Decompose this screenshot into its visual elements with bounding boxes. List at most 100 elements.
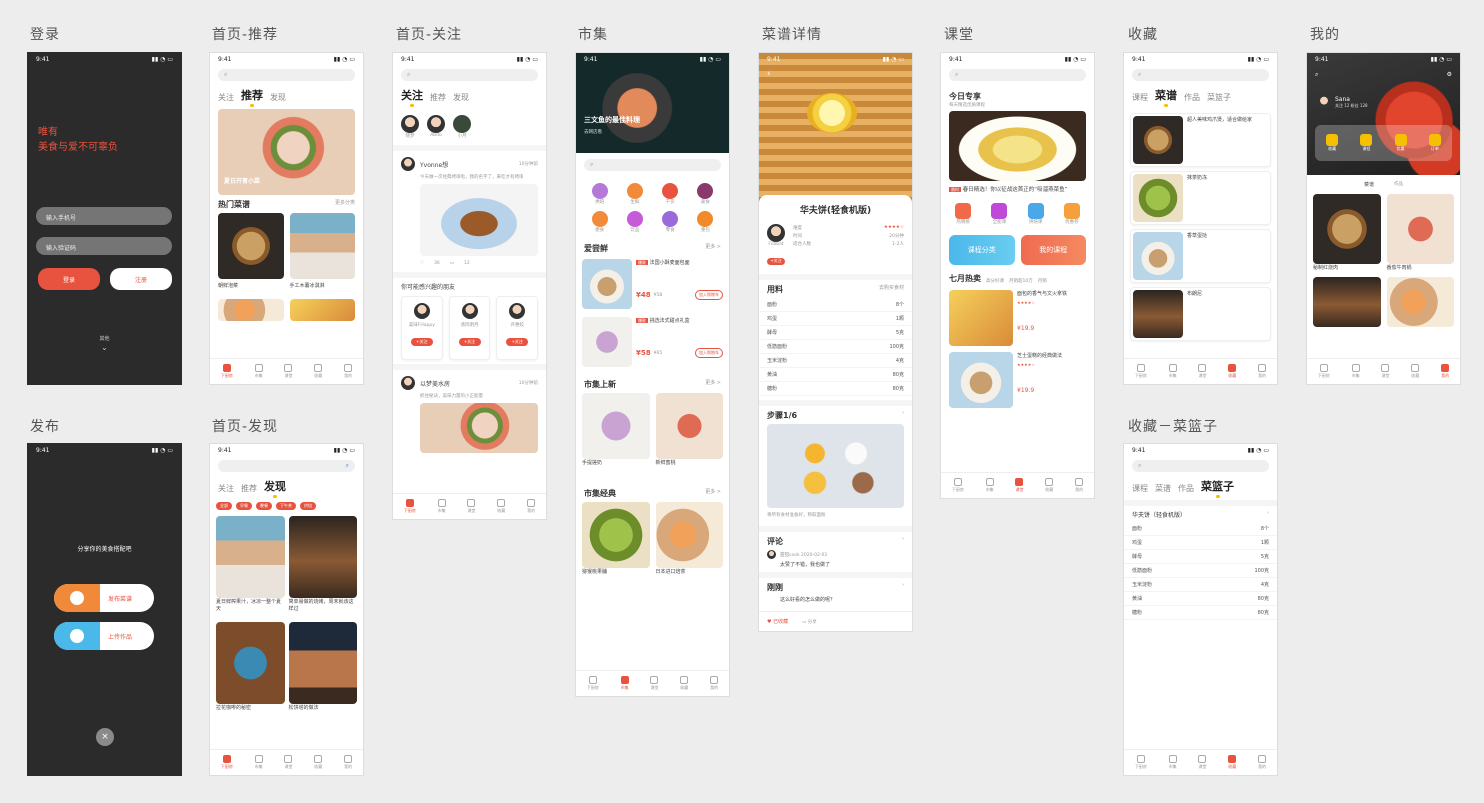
discover-card[interactable]: 夏日鲜榨果汁，冰凉一整个夏天 bbox=[216, 516, 285, 618]
follow-user[interactable]: 晓梦 bbox=[401, 115, 419, 139]
tabbar-market[interactable]: 市集 bbox=[254, 364, 263, 379]
tab-works[interactable]: 作品 bbox=[1394, 181, 1403, 188]
search-input[interactable]: ⌕ bbox=[401, 69, 538, 81]
filter-tag[interactable]: 全部 bbox=[216, 502, 232, 510]
banner-image[interactable]: 夏日开胃小菜 bbox=[218, 109, 355, 195]
settings-icon[interactable]: ⚙ bbox=[1447, 71, 1452, 78]
new-product[interactable]: 手提搓奶 bbox=[582, 393, 650, 466]
share-button[interactable]: ▭ 分享 bbox=[802, 619, 817, 625]
follow-user[interactable]: Abdo bbox=[427, 115, 445, 139]
category-item[interactable]: 烘焙 bbox=[582, 183, 617, 205]
follow-button[interactable]: +关注 bbox=[410, 338, 433, 346]
course-item[interactable]: 面包的香气与文火拿铁 ★★★★☆ ¥19.9 bbox=[941, 288, 1094, 348]
friend-card[interactable]: 美味FHappy +关注 bbox=[401, 296, 443, 360]
category-item[interactable]: 重包 bbox=[688, 211, 723, 233]
tab-recipes[interactable]: 菜谱 bbox=[1364, 181, 1374, 188]
tabbar-collect[interactable]: 收藏 bbox=[314, 364, 323, 379]
recipe-image[interactable] bbox=[289, 299, 355, 321]
tab-recommend[interactable]: 推荐 bbox=[430, 92, 446, 103]
upload-work-button[interactable]: 上传作品 bbox=[54, 622, 154, 650]
avatar[interactable] bbox=[401, 157, 415, 171]
recipe-card[interactable]: 朝鲜泡菜 bbox=[218, 213, 284, 289]
avatar[interactable] bbox=[767, 224, 785, 242]
follow-user[interactable]: 小月 bbox=[453, 115, 471, 139]
market-hero[interactable]: 9:41 ▮▮ ◔ ▭ 三文鱼的最佳料理 去网店看 bbox=[576, 53, 729, 153]
buy-link[interactable]: 去购买食材 bbox=[879, 284, 904, 295]
heart-icon[interactable]: ♡ bbox=[420, 261, 424, 266]
search-input[interactable]: ⌕ bbox=[1132, 69, 1269, 81]
my-course-button[interactable]: 我的课程 bbox=[1020, 235, 1086, 265]
my-recipe-card[interactable]: 秘制红烧肉 bbox=[1313, 194, 1381, 271]
recipe-image[interactable] bbox=[218, 299, 284, 321]
comment-icon[interactable]: ▭ bbox=[450, 261, 454, 266]
product-row[interactable]: 爆款 挑选法式甜点礼盒 ¥58 ¥65 加入购物车 bbox=[576, 311, 729, 369]
new-product[interactable]: 新鲜蜜桃 bbox=[655, 393, 723, 466]
filter-tag[interactable]: 晚餐 bbox=[256, 502, 272, 510]
more-link[interactable]: 更多分类 bbox=[335, 199, 355, 210]
filter-tag[interactable]: 下午茶 bbox=[276, 502, 296, 510]
tab-discover[interactable]: 发现 bbox=[453, 92, 469, 103]
publish-recipe-button[interactable]: 发布菜谱 bbox=[54, 584, 154, 612]
recipe-card[interactable]: 手工木薯冰淇淋 bbox=[289, 213, 355, 289]
product-row[interactable]: 爆款 法国小酥麦面包面 ¥48 ¥58 加入购物车 bbox=[576, 257, 729, 311]
classic-product[interactable]: 猕猴桃果脯 bbox=[582, 502, 650, 575]
discover-card[interactable]: 松饼塔的做法 bbox=[288, 622, 357, 711]
category-item[interactable]: 生鲜 bbox=[617, 183, 652, 205]
login-button[interactable]: 登录 bbox=[38, 268, 100, 290]
basket-recipe-title[interactable]: 华夫饼（轻食机版） bbox=[1132, 510, 1186, 519]
classic-product[interactable]: 日本进口焙茶 bbox=[655, 502, 723, 575]
home-icon bbox=[953, 478, 962, 486]
add-cart-button[interactable]: 加入购物车 bbox=[695, 348, 723, 358]
follow-button[interactable]: +关注 bbox=[458, 338, 481, 346]
friend-card[interactable]: 清风明月 +关注 bbox=[448, 296, 491, 360]
filter-tag[interactable]: 烘焙 bbox=[300, 502, 316, 510]
follow-button[interactable]: +关注 bbox=[767, 257, 785, 265]
other-login[interactable]: 其他 bbox=[28, 335, 181, 342]
filter-tag[interactable]: 早餐 bbox=[236, 502, 252, 510]
course-category-button[interactable]: 课程分类 bbox=[949, 235, 1015, 265]
tabbar-class[interactable]: 课堂 bbox=[284, 364, 293, 379]
search-icon[interactable]: ⌕ bbox=[1315, 71, 1318, 79]
add-cart-button[interactable]: 加入购物车 bbox=[695, 290, 723, 300]
search-input[interactable]: ⌕ bbox=[218, 69, 355, 81]
search-input[interactable]: ⌕ bbox=[1132, 460, 1269, 472]
tab-discover[interactable]: 发现 bbox=[270, 92, 286, 103]
category-item[interactable]: 蔬食 bbox=[688, 183, 723, 205]
register-button[interactable]: 注册 bbox=[110, 268, 172, 290]
tabbar-mine[interactable]: 我的 bbox=[344, 364, 353, 379]
post-image[interactable] bbox=[420, 403, 538, 453]
my-recipe-card[interactable]: 番茄牛肉锅 bbox=[1386, 194, 1454, 271]
follow-button[interactable]: +关注 bbox=[506, 338, 529, 346]
course-banner[interactable] bbox=[949, 111, 1086, 181]
discover-card[interactable]: 简单易做的烧烤，周末就该这样过 bbox=[288, 516, 357, 618]
search-input[interactable]: ⌕ bbox=[218, 460, 355, 472]
discover-card[interactable]: 拉花咖啡的秘密 bbox=[216, 622, 285, 711]
search-input[interactable]: ⌕ bbox=[949, 69, 1086, 81]
course-item[interactable]: 芝士蛋糕的经典做法 ★★★★☆ ¥19.9 bbox=[941, 348, 1094, 412]
category-item[interactable]: 便食 bbox=[582, 211, 617, 233]
category-item[interactable]: 饮品 bbox=[617, 211, 652, 233]
collect-item[interactable]: 布朗尼 bbox=[1130, 287, 1271, 341]
phone-input[interactable]: 输入手机号 bbox=[36, 207, 172, 225]
avatar[interactable] bbox=[1317, 95, 1331, 109]
collect-item[interactable]: 超人美味鸡爪煲，适合做给家 bbox=[1130, 113, 1271, 167]
close-icon[interactable]: × bbox=[96, 728, 114, 746]
tab-recommend[interactable]: 推荐 bbox=[241, 87, 263, 107]
collect-item[interactable]: 香草蛋挞 bbox=[1130, 229, 1271, 283]
category-item[interactable]: 零食 bbox=[653, 211, 688, 233]
tabbar-home[interactable]: 下厨房 bbox=[221, 364, 233, 379]
my-recipe-card[interactable] bbox=[1313, 277, 1381, 327]
tab-follow[interactable]: 关注 bbox=[218, 92, 234, 103]
friend-card[interactable]: 许惠姣 +关注 bbox=[496, 296, 539, 360]
category-item[interactable]: 干货 bbox=[653, 183, 688, 205]
collect-item[interactable]: 抹茶奶冻 bbox=[1130, 171, 1271, 225]
tab-follow[interactable]: 关注 bbox=[401, 87, 423, 107]
post-image[interactable] bbox=[420, 184, 538, 256]
collect-button[interactable]: ♥ 已收藏 bbox=[767, 618, 788, 625]
step-image[interactable] bbox=[767, 424, 904, 508]
code-input[interactable]: 输入验证码 bbox=[36, 237, 172, 255]
back-icon[interactable]: ‹ bbox=[767, 69, 771, 79]
post-user[interactable]: Yvonne想 bbox=[420, 160, 448, 169]
my-recipe-card[interactable] bbox=[1386, 277, 1454, 327]
search-input[interactable]: ⌕ bbox=[584, 159, 721, 171]
